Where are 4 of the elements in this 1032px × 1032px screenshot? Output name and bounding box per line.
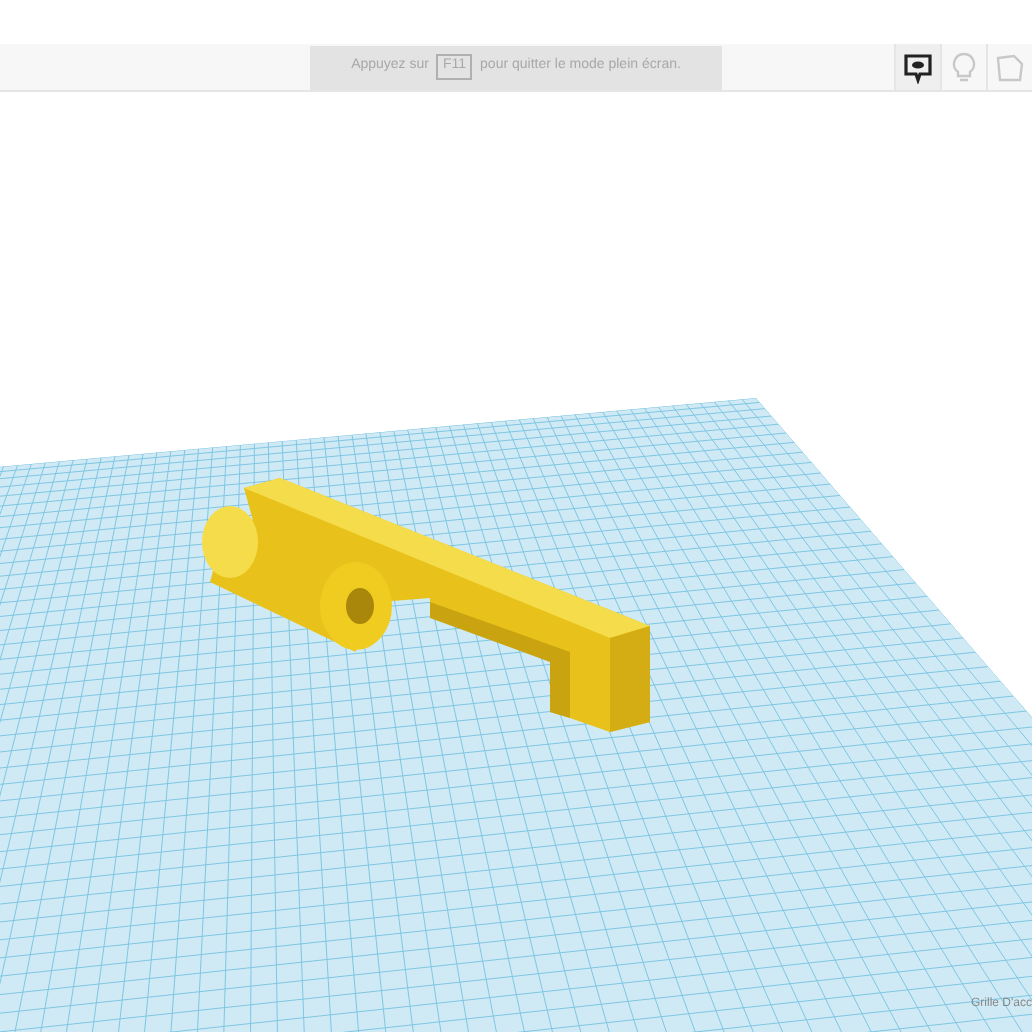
shape-icon bbox=[994, 51, 1026, 83]
note-eye-icon bbox=[902, 51, 934, 83]
view-toggle-button[interactable] bbox=[894, 44, 940, 90]
lightbulb-icon bbox=[950, 51, 978, 83]
